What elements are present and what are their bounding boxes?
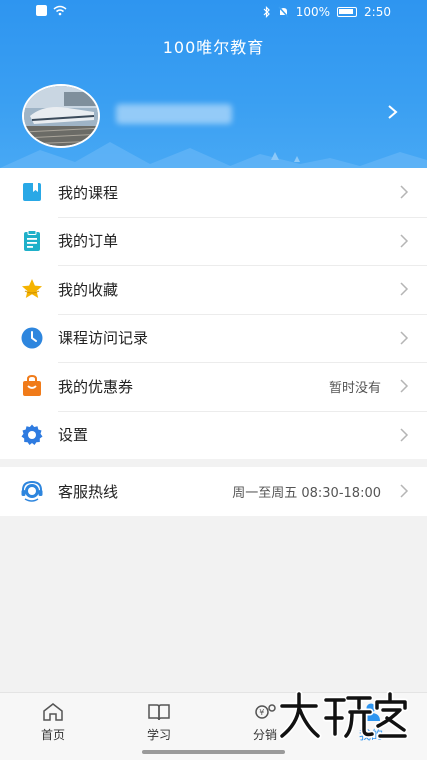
- wifi-icon: [53, 5, 67, 16]
- menu-label: 我的订单: [58, 232, 119, 251]
- page-title: 100唯尔教育: [162, 38, 265, 57]
- service-hours: 周一至周五 08:30-18:00: [232, 485, 381, 501]
- shopping-bag-icon: [23, 375, 41, 397]
- bluetooth-icon: [263, 6, 270, 18]
- menu-label: 我的收藏: [58, 280, 119, 299]
- gear-icon: [21, 424, 43, 445]
- menu-item-my-orders[interactable]: 我的订单: [0, 216, 427, 266]
- chevron-right-icon: [400, 234, 409, 248]
- chevron-right-icon[interactable]: [385, 104, 399, 120]
- menu-label: 设置: [58, 426, 89, 445]
- menu-label: 我的课程: [58, 183, 119, 202]
- menu-label: 课程访问记录: [58, 329, 149, 348]
- book-icon: [23, 183, 41, 202]
- chevron-right-icon: [400, 331, 409, 345]
- username-blurred[interactable]: [116, 104, 232, 124]
- chevron-right-icon: [400, 484, 409, 498]
- chevron-right-icon: [400, 282, 409, 296]
- star-icon: [22, 279, 42, 299]
- menu-item-my-coupons[interactable]: 我的优惠券 暂时没有: [0, 362, 427, 411]
- open-book-icon: [148, 704, 170, 721]
- customer-service-section: 客服热线 周一至周五 08:30-18:00: [0, 467, 427, 516]
- chevron-right-icon: [400, 379, 409, 393]
- watermark-logo: [278, 690, 409, 740]
- tab-home[interactable]: 首页: [0, 693, 106, 753]
- clock-icon: [21, 327, 43, 349]
- home-indicator[interactable]: [142, 750, 285, 754]
- mountain-decoration: [0, 142, 427, 168]
- tab-label: 学习: [146, 728, 171, 742]
- home-icon: [43, 703, 63, 721]
- svg-text:¥: ¥: [259, 708, 264, 717]
- chevron-right-icon: [400, 185, 409, 199]
- notification-icon: [36, 5, 47, 16]
- clock-time: 2:50: [364, 5, 391, 19]
- battery-percent: 100%: [295, 5, 331, 19]
- status-bar: 100% 2:50: [0, 0, 427, 24]
- menu-item-settings[interactable]: 设置: [0, 410, 427, 460]
- distribution-icon: ¥: [255, 704, 276, 719]
- menu-item-my-courses[interactable]: 我的课程: [0, 168, 427, 217]
- tab-study[interactable]: 学习: [106, 693, 212, 753]
- menu-item-course-history[interactable]: 课程访问记录: [0, 313, 427, 363]
- tab-label: 首页: [40, 728, 65, 742]
- menu-item-service-hotline[interactable]: 客服热线 周一至周五 08:30-18:00: [0, 467, 427, 516]
- mute-bell-icon: [278, 6, 289, 18]
- chevron-right-icon: [400, 428, 409, 442]
- coupon-status: 暂时没有: [328, 380, 381, 396]
- clipboard-icon: [24, 229, 40, 251]
- profile-header: 100% 2:50 100唯尔教育: [0, 0, 427, 168]
- service-label: 客服热线: [58, 482, 119, 501]
- menu-label: 我的优惠券: [58, 377, 134, 396]
- battery-icon: [337, 7, 358, 17]
- headset-icon: [21, 481, 43, 502]
- menu-item-my-favorites[interactable]: 我的收藏: [0, 265, 427, 314]
- account-menu: 我的课程 我的订单 我的收藏 课程访问记录 我的优惠券 暂时没有 设置: [0, 168, 427, 459]
